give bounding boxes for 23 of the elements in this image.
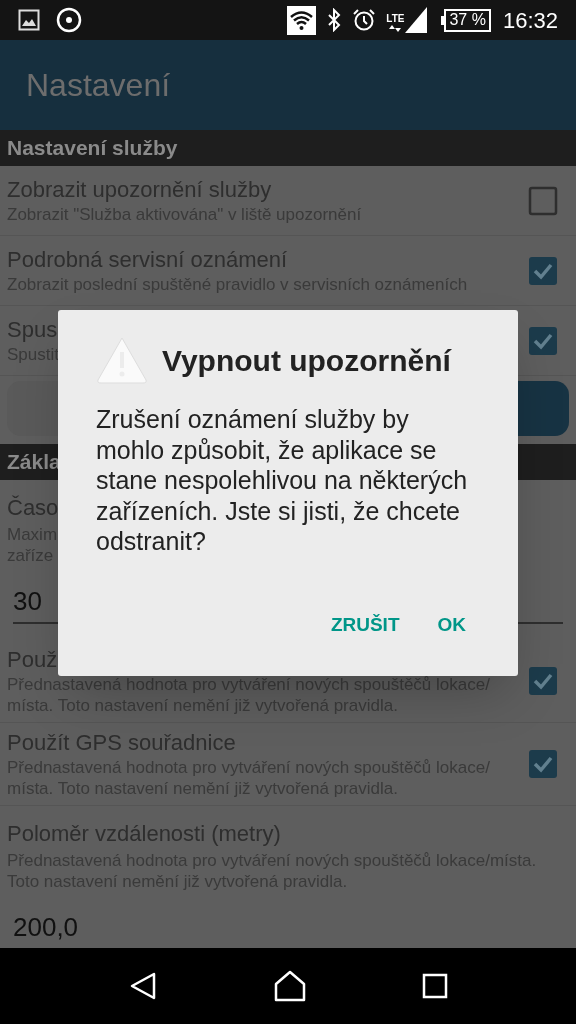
image-icon: [18, 9, 40, 31]
dialog-title: Vypnout upozornění: [162, 342, 451, 379]
data-arrows-icon: [388, 24, 403, 33]
network-type: LTE: [386, 13, 405, 24]
bluetooth-icon: [326, 8, 343, 32]
section-header: Nastavení služby: [0, 130, 576, 166]
home-icon[interactable]: [273, 970, 307, 1002]
checkbox[interactable]: [528, 749, 558, 779]
clock: 16:32: [502, 6, 558, 35]
checkbox[interactable]: [528, 185, 558, 216]
warning-icon: [96, 336, 148, 384]
dialog-button[interactable]: OK: [437, 610, 466, 639]
checkbox[interactable]: [528, 325, 558, 356]
alarm-clock-icon: [352, 8, 377, 32]
wifi-icon: [287, 5, 317, 35]
checkbox[interactable]: [528, 666, 558, 696]
dialog-button[interactable]: ZRUŠIT: [330, 610, 400, 639]
signal-icon: [405, 7, 428, 33]
recents-icon[interactable]: [422, 973, 449, 999]
battery-percent: 37 %: [449, 12, 486, 28]
circle-dot-icon: [56, 7, 82, 33]
app-title: Nastavení: [26, 66, 171, 105]
checkbox[interactable]: [528, 255, 558, 286]
